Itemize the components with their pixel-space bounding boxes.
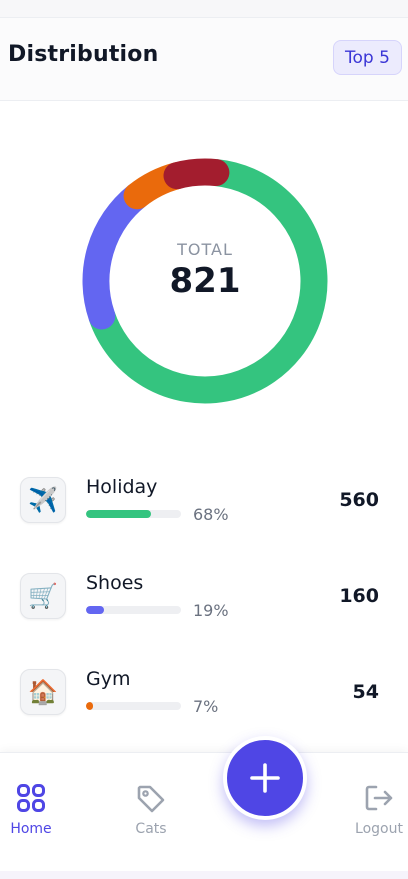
total-label: TOTAL bbox=[177, 239, 233, 259]
nav-home[interactable]: Home bbox=[0, 783, 71, 843]
donut-center: TOTAL 821 bbox=[82, 158, 328, 404]
progress-track bbox=[86, 606, 181, 614]
progress-fill bbox=[86, 702, 93, 710]
plus-icon bbox=[250, 763, 280, 793]
progress-fill bbox=[86, 606, 105, 614]
nav-cats[interactable]: Cats bbox=[111, 783, 191, 843]
category-value: 160 bbox=[339, 585, 379, 607]
shopping-cart-icon: 🛒 bbox=[20, 573, 66, 619]
section-header: Distribution Top 5 bbox=[0, 18, 408, 101]
top-filter-button[interactable]: Top 5 bbox=[333, 40, 402, 75]
tag-icon bbox=[137, 785, 165, 813]
category-row-shoes[interactable]: 🛒 Shoes 19% 160 bbox=[0, 572, 408, 633]
category-percent: 68% bbox=[193, 505, 229, 524]
page-title: Distribution bbox=[8, 42, 159, 67]
category-percent: 7% bbox=[193, 697, 219, 716]
nav-home-label: Home bbox=[10, 821, 52, 837]
grid-icon bbox=[17, 784, 45, 812]
total-value: 821 bbox=[169, 260, 241, 301]
airplane-icon: ✈️ bbox=[20, 477, 66, 523]
status-strip bbox=[0, 0, 408, 18]
progress-track bbox=[86, 702, 181, 710]
nav-cats-label: Cats bbox=[135, 821, 167, 837]
progress-track bbox=[86, 510, 181, 518]
category-name: Holiday bbox=[86, 476, 158, 498]
home-indicator-bar bbox=[0, 871, 408, 879]
category-percent: 19% bbox=[193, 601, 229, 620]
bottom-nav: Home Cats Logout bbox=[0, 752, 408, 879]
donut-chart: TOTAL 821 bbox=[82, 158, 328, 404]
progress-fill bbox=[86, 510, 151, 518]
nav-logout-label: Logout bbox=[355, 821, 403, 837]
category-value: 560 bbox=[339, 489, 379, 511]
category-value: 54 bbox=[352, 681, 379, 703]
logout-icon bbox=[365, 785, 393, 811]
category-name: Shoes bbox=[86, 572, 144, 594]
category-row-gym[interactable]: 🏠 Gym 7% 54 bbox=[0, 668, 408, 729]
nav-logout[interactable]: Logout bbox=[339, 783, 408, 843]
category-row-holiday[interactable]: ✈️ Holiday 68% 560 bbox=[0, 476, 408, 537]
category-name: Gym bbox=[86, 668, 131, 690]
house-icon: 🏠 bbox=[20, 669, 66, 715]
add-button[interactable] bbox=[223, 736, 307, 820]
